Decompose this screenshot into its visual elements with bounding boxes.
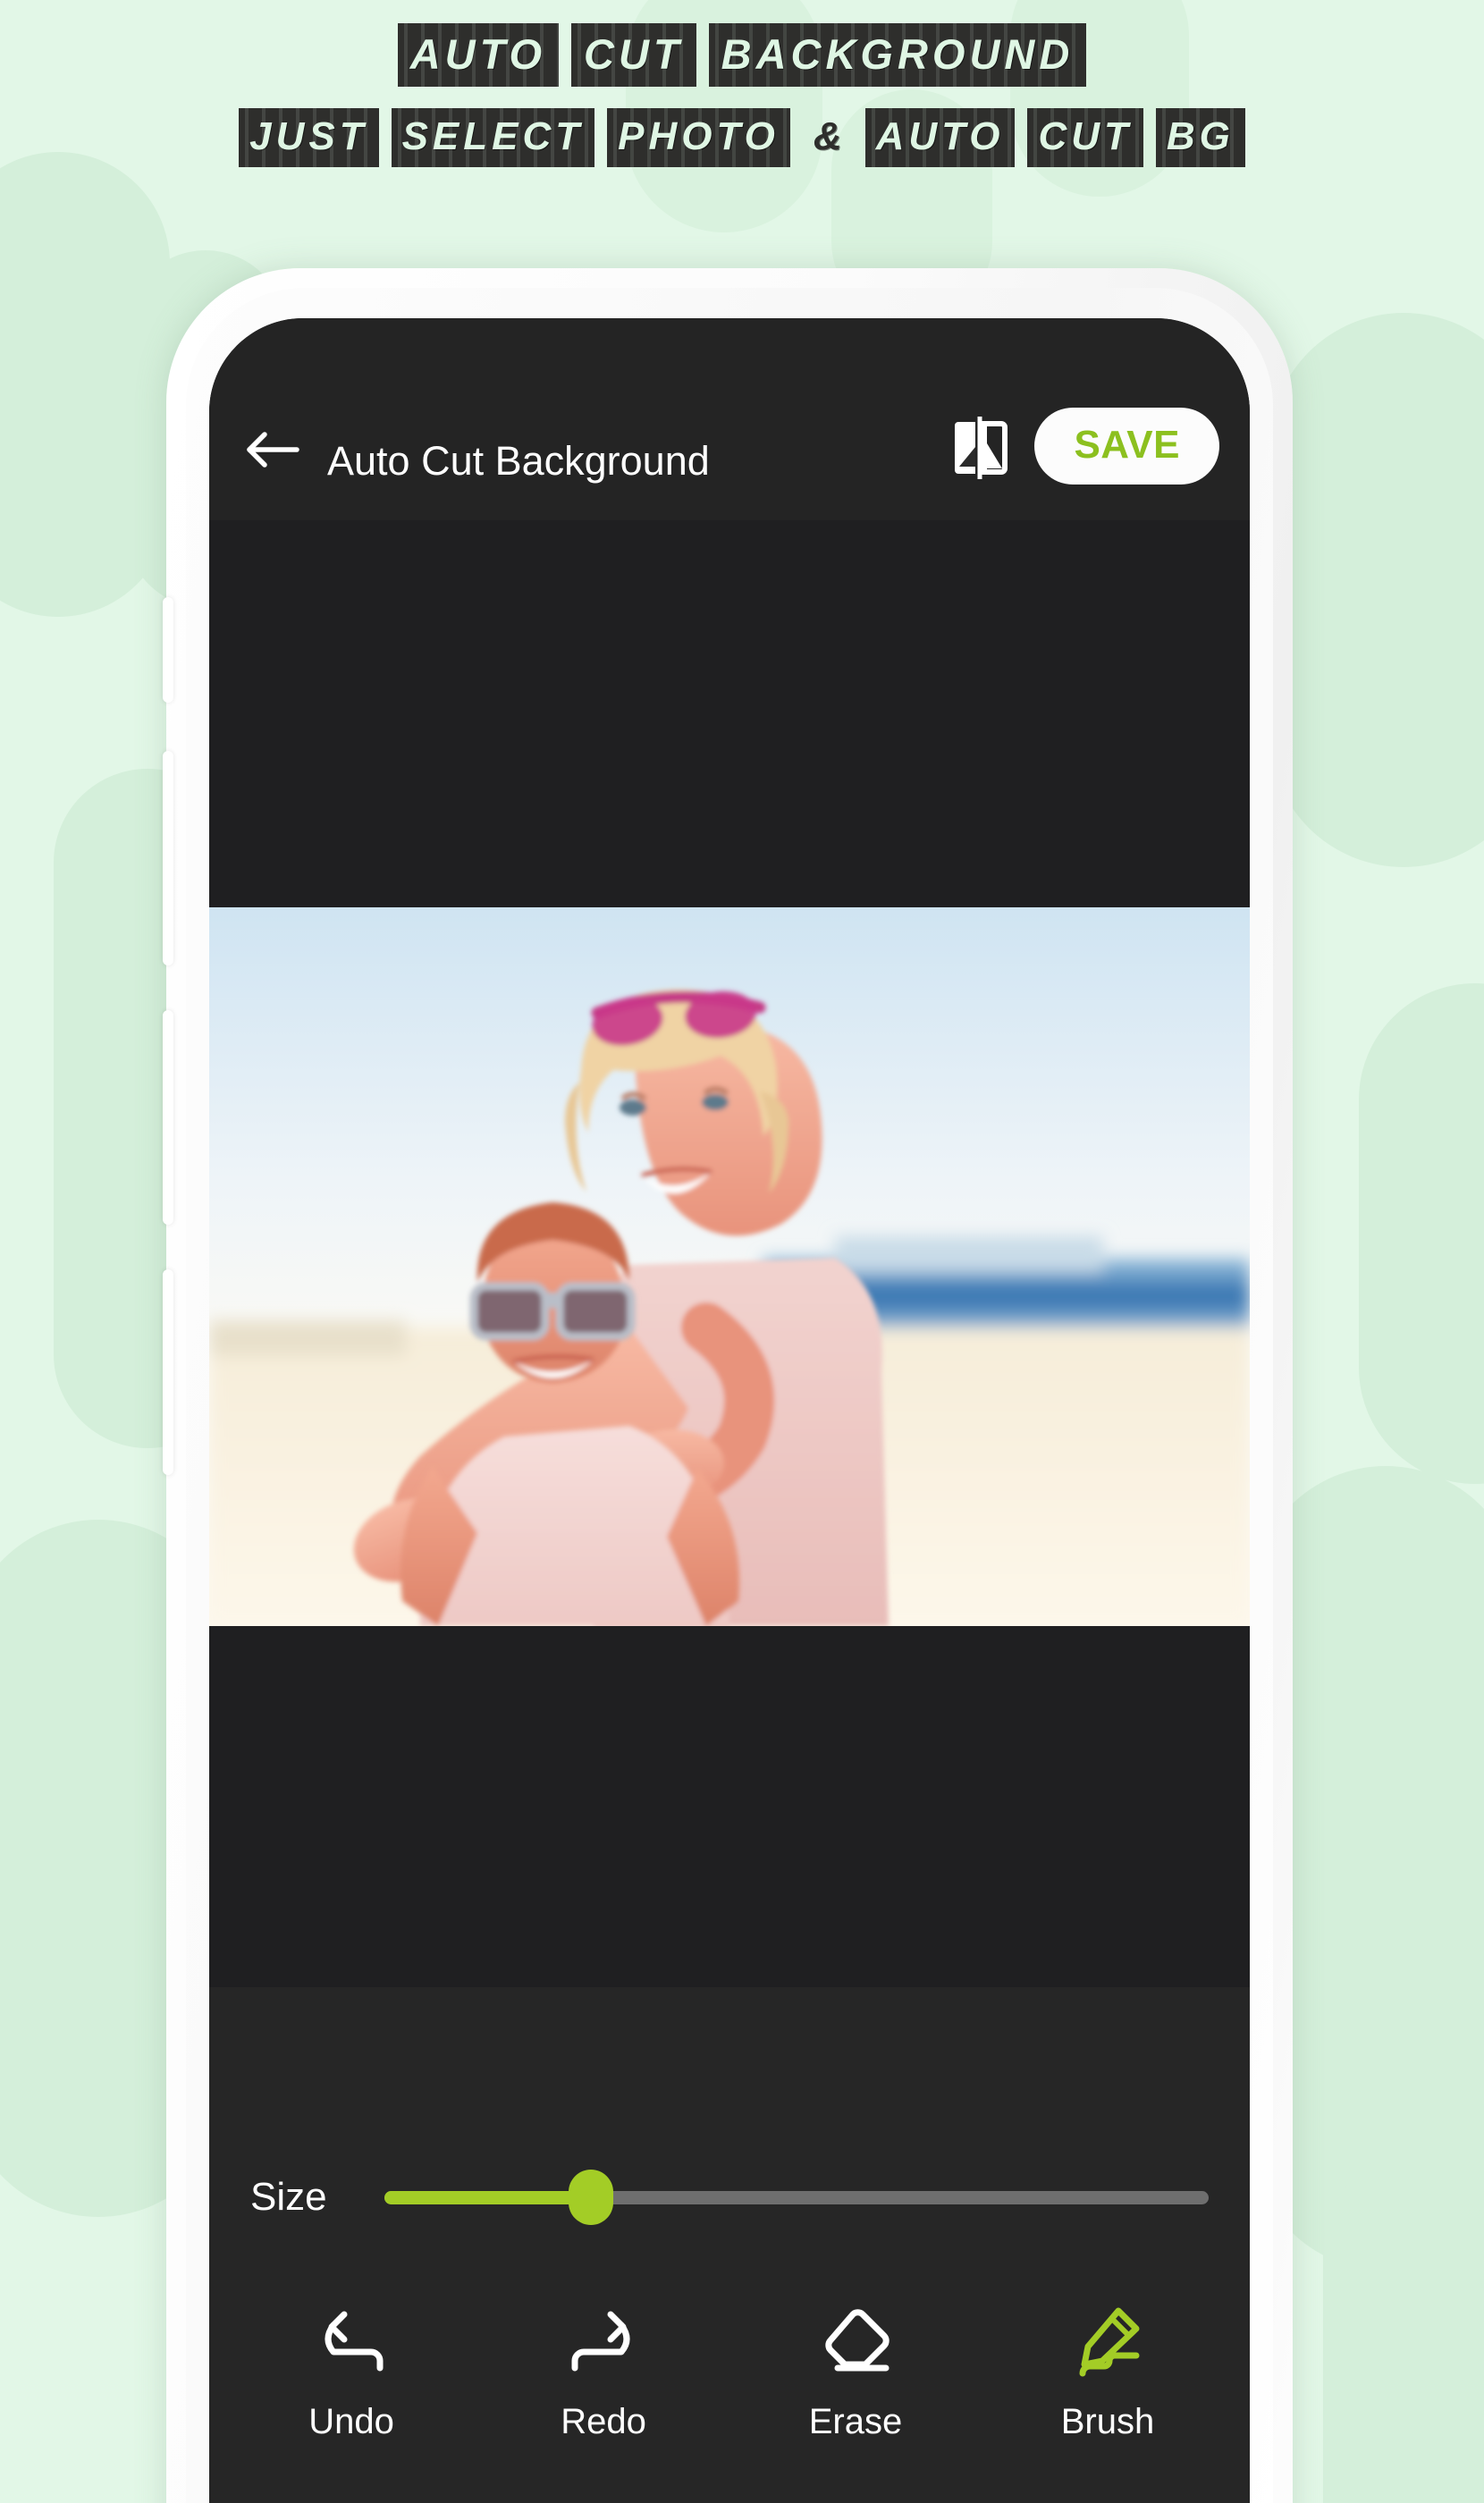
promo-word: CUT: [571, 23, 696, 87]
tool-undo[interactable]: Undo: [225, 2300, 477, 2442]
tool-bar: Undo Redo Erase Brush: [209, 2300, 1250, 2442]
phone-side-button-volume-down[interactable]: [163, 1010, 173, 1225]
decorative-blob: [1323, 2145, 1484, 2503]
compare-split-icon: [949, 415, 1011, 485]
promo-word: CUT: [1027, 108, 1143, 167]
page-title: Auto Cut Background: [327, 438, 710, 484]
size-control-row: Size: [209, 2145, 1250, 2250]
tool-brush[interactable]: Brush: [982, 2300, 1234, 2442]
promo-headline-line-1: AUTO CUT BACKGROUND: [0, 23, 1484, 87]
save-button[interactable]: SAVE: [1034, 408, 1219, 485]
tool-redo[interactable]: Redo: [477, 2300, 729, 2442]
tool-label: Redo: [561, 2402, 646, 2441]
compare-button[interactable]: [945, 415, 1015, 485]
eraser-icon: [816, 2300, 895, 2382]
size-slider[interactable]: [384, 2170, 1209, 2225]
subject-photo[interactable]: [209, 907, 1250, 1626]
promo-word: BG: [1155, 108, 1245, 167]
size-label: Size: [250, 2175, 327, 2219]
undo-arrow-icon: [312, 2300, 391, 2382]
phone-mockup: Auto Cut Background SAVE Size Undo Redo …: [163, 268, 1293, 2503]
phone-side-button-mute[interactable]: [163, 597, 173, 703]
promo-word: BACKGROUND: [708, 23, 1087, 87]
tool-erase[interactable]: Erase: [729, 2300, 982, 2442]
tool-label: Brush: [1060, 2402, 1155, 2441]
redo-arrow-icon: [564, 2300, 643, 2382]
phone-side-button-power[interactable]: [163, 1269, 173, 1475]
tool-label: Erase: [808, 2402, 903, 2441]
promo-headline: AUTO CUT BACKGROUND JUST SELECT PHOTO & …: [0, 0, 1484, 167]
tool-controls-panel: Size Undo Redo Erase Brush: [209, 1987, 1250, 2503]
slider-thumb[interactable]: [568, 2170, 613, 2225]
promo-word: SELECT: [391, 108, 595, 167]
promo-word: AUTO: [397, 23, 560, 87]
promo-headline-line-2: JUST SELECT PHOTO & AUTO CUT BG: [0, 108, 1484, 167]
decorative-blob: [1269, 313, 1484, 867]
promo-word: JUST: [239, 108, 379, 167]
tool-label: Undo: [308, 2402, 394, 2441]
slider-fill: [384, 2190, 591, 2204]
arrow-left-icon: [245, 428, 300, 476]
app-bar: Auto Cut Background SAVE: [209, 318, 1250, 520]
back-button[interactable]: [240, 418, 306, 485]
decorative-blob: [1359, 983, 1484, 1484]
brush-pencil-icon: [1068, 2300, 1147, 2382]
editor-canvas[interactable]: [209, 520, 1250, 1987]
phone-side-button-volume-up[interactable]: [163, 751, 173, 965]
promo-word: AUTO: [864, 108, 1016, 167]
promo-word: PHOTO: [607, 108, 790, 167]
phone-screen: Auto Cut Background SAVE Size Undo Redo …: [209, 318, 1250, 2503]
promo-word-ampersand: &: [813, 114, 842, 158]
